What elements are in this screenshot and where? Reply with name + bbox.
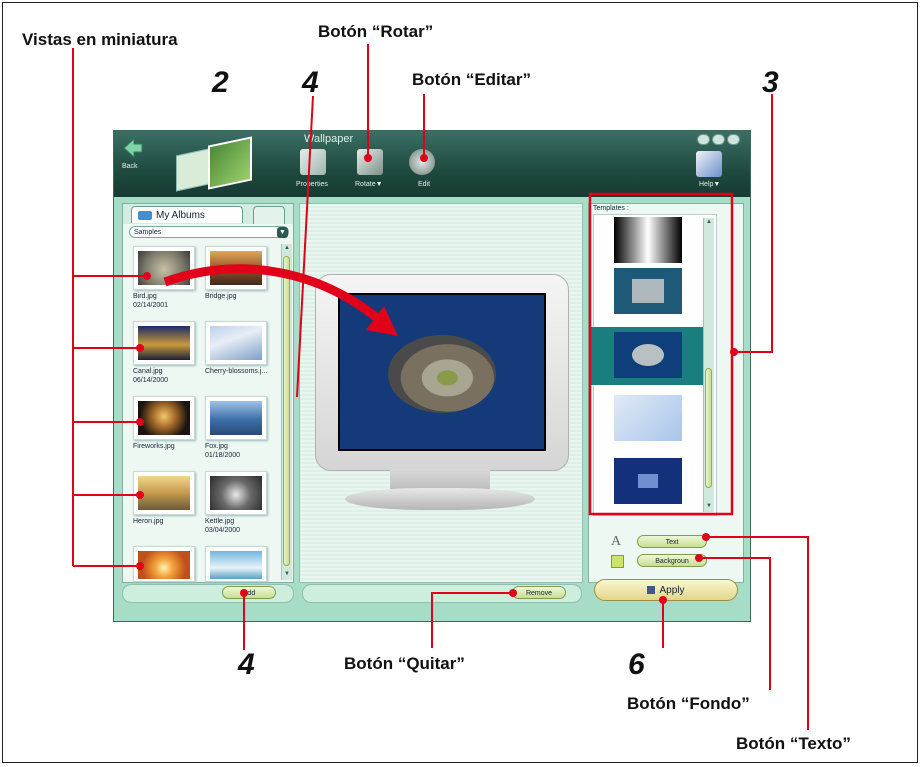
- chevron-down-icon[interactable]: ▼: [277, 227, 288, 238]
- callout-thumbnails: Vistas en miniatura: [22, 30, 178, 49]
- title-bar: Wallpaper Back Properties Rotate▼ Edit H…: [114, 131, 750, 197]
- thumbnail-canal[interactable]: [133, 321, 195, 365]
- callout-text-button: Botón “Texto”: [736, 734, 851, 753]
- thumbnail-scrollbar[interactable]: ▲ ▼: [281, 244, 292, 580]
- thumbnail-caption: Fireworks.jpg: [133, 443, 175, 450]
- tab-other-source[interactable]: [253, 206, 285, 224]
- step-number-4-bottom: 4: [238, 648, 255, 681]
- text-button[interactable]: Text: [637, 535, 707, 548]
- thumbnail-caption: Bird.jpg 02/14/2001: [133, 293, 169, 309]
- apply-button[interactable]: Apply: [594, 579, 738, 601]
- minimize-icon[interactable]: [697, 134, 710, 145]
- scroll-up-icon[interactable]: ▲: [282, 244, 292, 253]
- tab-strip: My Albums: [123, 204, 293, 224]
- text-font-icon: A: [611, 534, 622, 549]
- templates-pane: Templates : ▲ ▼ A Text Backgroun: [588, 203, 744, 583]
- album-tab-icon: [138, 211, 152, 220]
- template-gradient[interactable]: [614, 217, 682, 263]
- thumbnail-beach[interactable]: [205, 546, 267, 582]
- scroll-up-icon[interactable]: ▲: [704, 218, 714, 227]
- help-label[interactable]: Help▼: [699, 181, 720, 188]
- properties-label: Properties: [296, 181, 328, 188]
- thumbnail-caption: Cherry-blossoms.j...: [205, 368, 268, 375]
- template-tiled-light[interactable]: [614, 395, 682, 441]
- step-number-3: 3: [762, 66, 779, 99]
- rotate-icon[interactable]: [357, 149, 383, 175]
- scroll-down-icon[interactable]: ▼: [282, 570, 292, 579]
- edit-icon[interactable]: [409, 149, 435, 175]
- wallpaper-window: Wallpaper Back Properties Rotate▼ Edit H…: [113, 130, 751, 622]
- thumbnail-fox[interactable]: [205, 396, 267, 440]
- thumbnail-kettle[interactable]: [205, 471, 267, 515]
- monitor-base: [345, 488, 535, 510]
- thumbnail-sunset[interactable]: [133, 546, 195, 582]
- thumbnail-cherry-blossoms[interactable]: [205, 321, 267, 365]
- step-number-4-top: 4: [302, 66, 319, 99]
- properties-icon[interactable]: [300, 149, 326, 175]
- back-button[interactable]: Back: [120, 135, 150, 175]
- rotate-label[interactable]: Rotate▼: [355, 181, 383, 188]
- window-title: Wallpaper: [304, 133, 354, 145]
- templates-scrollbar[interactable]: ▲ ▼: [703, 218, 714, 512]
- preview-image-oval: [388, 335, 496, 413]
- template-oval[interactable]: [614, 332, 682, 378]
- step-number-2: 2: [212, 66, 229, 99]
- scrollbar-thumb[interactable]: [283, 256, 290, 566]
- tab-my-albums-label: My Albums: [156, 210, 205, 221]
- thumbnail-caption: Kettle.jpg 03/04/2000: [205, 518, 241, 534]
- add-button[interactable]: Add: [222, 586, 276, 599]
- back-arrow-icon: [123, 137, 143, 159]
- callout-remove-button: Botón “Quitar”: [344, 654, 465, 673]
- remove-button[interactable]: Remove: [512, 586, 566, 599]
- preview-area: [299, 203, 583, 583]
- callout-rotate-button: Botón “Rotar”: [318, 22, 434, 41]
- callout-edit-button: Botón “Editar”: [412, 70, 531, 89]
- callout-background-button: Botón “Fondo”: [627, 694, 750, 713]
- help-icon[interactable]: [696, 151, 722, 177]
- apply-icon: [647, 586, 656, 594]
- template-dark-grid[interactable]: [614, 458, 682, 504]
- album-select-value: Samples: [134, 229, 162, 236]
- background-button[interactable]: Backgroun: [637, 554, 707, 567]
- album-pane: My Albums Samples ▼ Bird.jpg 02/14/2001 B…: [122, 203, 294, 583]
- thumbnail-caption: Fox.jpg 01/18/2000: [205, 443, 241, 459]
- monitor-preview: [315, 274, 569, 471]
- scroll-down-icon[interactable]: ▼: [704, 502, 714, 511]
- album-select[interactable]: Samples ▼: [129, 226, 289, 238]
- wallpaper-logo-icon: [166, 136, 256, 192]
- background-color-swatch-icon: [611, 555, 624, 568]
- thumbnail-bird[interactable]: [133, 246, 195, 290]
- edit-label: Edit: [418, 181, 431, 188]
- thumbnail-caption: Heron.jpg: [133, 518, 164, 525]
- close-icon[interactable]: [727, 134, 740, 145]
- templates-label: Templates :: [593, 205, 629, 212]
- back-label: Back: [122, 163, 138, 170]
- step-number-6: 6: [628, 648, 645, 681]
- apply-label: Apply: [659, 585, 685, 596]
- thumbnail-caption: Canal.jpg 06/14/2000: [133, 368, 169, 384]
- scrollbar-thumb[interactable]: [705, 368, 712, 488]
- template-blue-frame[interactable]: [614, 268, 682, 314]
- thumbnail-bridge[interactable]: [205, 246, 267, 290]
- thumbnail-heron[interactable]: [133, 471, 195, 515]
- thumbnail-fireworks[interactable]: [133, 396, 195, 440]
- tab-my-albums[interactable]: My Albums: [131, 206, 243, 223]
- thumbnail-caption: Bridge.jpg: [205, 293, 237, 300]
- maximize-icon[interactable]: [712, 134, 725, 145]
- wallpaper-preview: [338, 293, 546, 451]
